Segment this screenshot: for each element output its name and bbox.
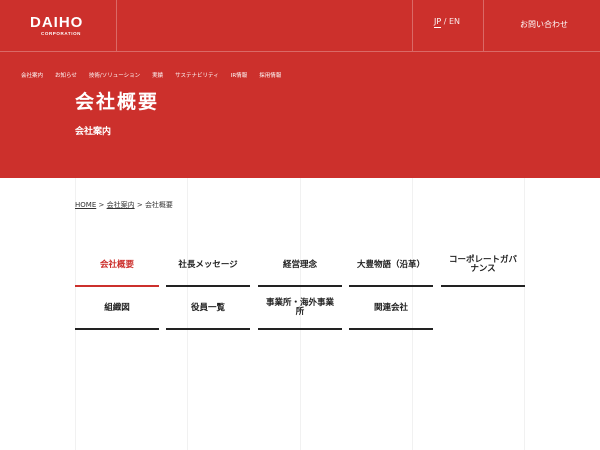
subnav-item-organization[interactable]: 組織図 xyxy=(75,288,159,330)
lang-jp-link[interactable]: JP xyxy=(434,17,442,28)
breadcrumb-section-link[interactable]: 会社案内 xyxy=(107,201,135,209)
subnav-item-company-overview[interactable]: 会社概要 xyxy=(75,245,159,287)
language-switcher: JP / EN xyxy=(434,17,460,28)
subnav-item-offices[interactable]: 事業所・海外事業所 xyxy=(258,288,342,330)
lang-en-link[interactable]: EN xyxy=(449,17,460,26)
nav-item-works[interactable]: 実績 xyxy=(152,73,163,80)
global-nav: 会社案内 お知らせ 技術/ソリューション 実績 サステナビリティ IR情報 採用… xyxy=(21,73,293,80)
breadcrumb-separator: > xyxy=(98,201,105,209)
logo-subtext: CORPORATION xyxy=(41,31,82,36)
breadcrumb-separator: > xyxy=(136,201,143,209)
nav-item-technology[interactable]: 技術/ソリューション xyxy=(89,73,140,80)
header-divider xyxy=(0,51,600,52)
nav-item-sustainability[interactable]: サステナビリティ xyxy=(175,73,219,80)
subnav-item-affiliates[interactable]: 関連会社 xyxy=(349,288,433,330)
breadcrumb-current: 会社概要 xyxy=(144,201,173,209)
page-title: 会社概要 xyxy=(75,91,160,113)
lang-separator: / xyxy=(443,17,447,26)
daiho-logo[interactable]: DAIHO CORPORATION xyxy=(30,15,90,39)
logo-wordmark: DAIHO xyxy=(30,14,84,31)
header-divider xyxy=(412,0,413,51)
page-subtitle: 会社案内 xyxy=(75,127,112,137)
breadcrumb: HOME > 会社案内 > 会社概要 xyxy=(75,201,173,210)
subnav-item-governance[interactable]: コーポレートガバナンス xyxy=(441,245,525,287)
header-divider xyxy=(116,0,117,51)
page: DAIHO CORPORATION JP / EN お問い合わせ 会社案内 お知… xyxy=(0,0,600,450)
nav-item-ir[interactable]: IR情報 xyxy=(231,73,247,80)
header-divider xyxy=(483,0,484,51)
nav-item-news[interactable]: お知らせ xyxy=(55,73,77,80)
hero-banner: DAIHO CORPORATION JP / EN お問い合わせ 会社案内 お知… xyxy=(0,0,600,178)
nav-item-company[interactable]: 会社案内 xyxy=(21,73,43,80)
breadcrumb-home-link[interactable]: HOME xyxy=(75,201,96,209)
subnav-item-officers[interactable]: 役員一覧 xyxy=(166,288,250,330)
contact-link[interactable]: お問い合わせ xyxy=(520,20,568,30)
subnav-item-history[interactable]: 大豊物語（沿革） xyxy=(349,245,433,287)
nav-item-recruit[interactable]: 採用情報 xyxy=(259,73,281,80)
subnav-item-president-message[interactable]: 社長メッセージ xyxy=(166,245,250,287)
subnav-item-philosophy[interactable]: 経営理念 xyxy=(258,245,342,287)
